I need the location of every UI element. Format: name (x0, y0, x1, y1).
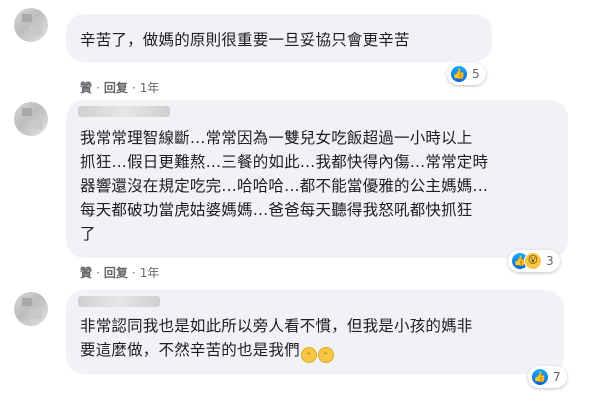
like-button[interactable]: 贊 (80, 266, 92, 280)
grinning-emoji-icon: ᵕ (317, 347, 334, 363)
comment-text-line: 辛苦了，做媽的原則很重要一旦妥協只會更辛苦 (80, 31, 410, 49)
comment-text: 非常認同我也是如此所以旁人看不慣，但我是小孩的媽非 要這麼做，不然辛苦的也是我們… (80, 314, 550, 363)
separator-dot: · (96, 266, 100, 280)
comment-bubble: 辛苦了，做媽的原則很重要一旦妥協只會更辛苦 (66, 14, 492, 62)
comment-bubble: 非常認同我也是如此所以旁人看不慣，但我是小孩的媽非 要這麼做，不然辛苦的也是我們… (66, 290, 564, 374)
comment-text-line: 器響還沒在規定吃完…哈哈哈…都不能當優雅的公主媽媽… (80, 177, 489, 195)
thumbs-up-icon: 👍 (531, 368, 549, 386)
reaction-summary[interactable]: 👍 5 (447, 63, 486, 85)
separator-dot: · (131, 81, 136, 95)
comment-actions: 贊 · 回复 · 1年 (80, 264, 159, 281)
author-name-redacted[interactable] (78, 296, 160, 307)
comment-text-line: 我常常理智線斷…常常因為一雙兒女吃飯超過一小時以上 (80, 129, 473, 147)
reaction-count: 7 (553, 370, 561, 384)
comment-text: 辛苦了，做媽的原則很重要一旦妥協只會更辛苦 (80, 28, 478, 52)
avatar[interactable] (14, 102, 48, 136)
reply-button[interactable]: 回复 (104, 266, 128, 280)
reaction-summary[interactable]: 👍 7 (528, 366, 567, 388)
avatar[interactable] (14, 292, 48, 326)
comment-text-line: 非常認同我也是如此所以旁人看不慣，但我是小孩的媽非 (80, 317, 473, 335)
comment-text: 我常常理智線斷…常常因為一雙兒女吃飯超過一小時以上 抓狂…假日更難熬…三餐的如此… (80, 126, 554, 246)
comment-text-line: 每天都破功當虎姑婆媽媽…爸爸每天聽得我怒吼都快抓狂 (80, 201, 473, 219)
thumbs-up-icon: 👍 (450, 65, 468, 83)
reaction-summary[interactable]: 👍 😮 3 (508, 250, 560, 272)
like-button[interactable]: 贊 (80, 81, 92, 95)
comment-text-line: 抓狂…假日更難熬…三餐的如此…我都快得內傷…常常定時 (80, 153, 489, 171)
separator-dot: · (96, 81, 100, 95)
comment-text-line: 了 (80, 225, 96, 243)
separator-dot: · (131, 266, 136, 280)
grinning-emoji-icon: ᵕ (300, 347, 317, 363)
comment-text-line-with-emoji: 要這麼做，不然辛苦的也是我們 ᵕ ᵕ (80, 338, 550, 363)
comment-actions: 贊 · 回复 · 1年 (80, 79, 159, 96)
reaction-count: 5 (472, 67, 480, 81)
comment-bubble: 我常常理智線斷…常常因為一雙兒女吃飯超過一小時以上 抓狂…假日更難熬…三餐的如此… (66, 100, 568, 258)
reaction-count: 3 (546, 254, 554, 268)
wow-face-icon: 😮 (524, 252, 542, 270)
timestamp[interactable]: 1年 (140, 81, 160, 95)
avatar[interactable] (14, 8, 48, 42)
comment-text-line: 要這麼做，不然辛苦的也是我們 (80, 341, 300, 359)
timestamp[interactable]: 1年 (140, 266, 160, 280)
author-name-redacted[interactable] (78, 106, 170, 117)
reply-button[interactable]: 回复 (104, 81, 128, 95)
